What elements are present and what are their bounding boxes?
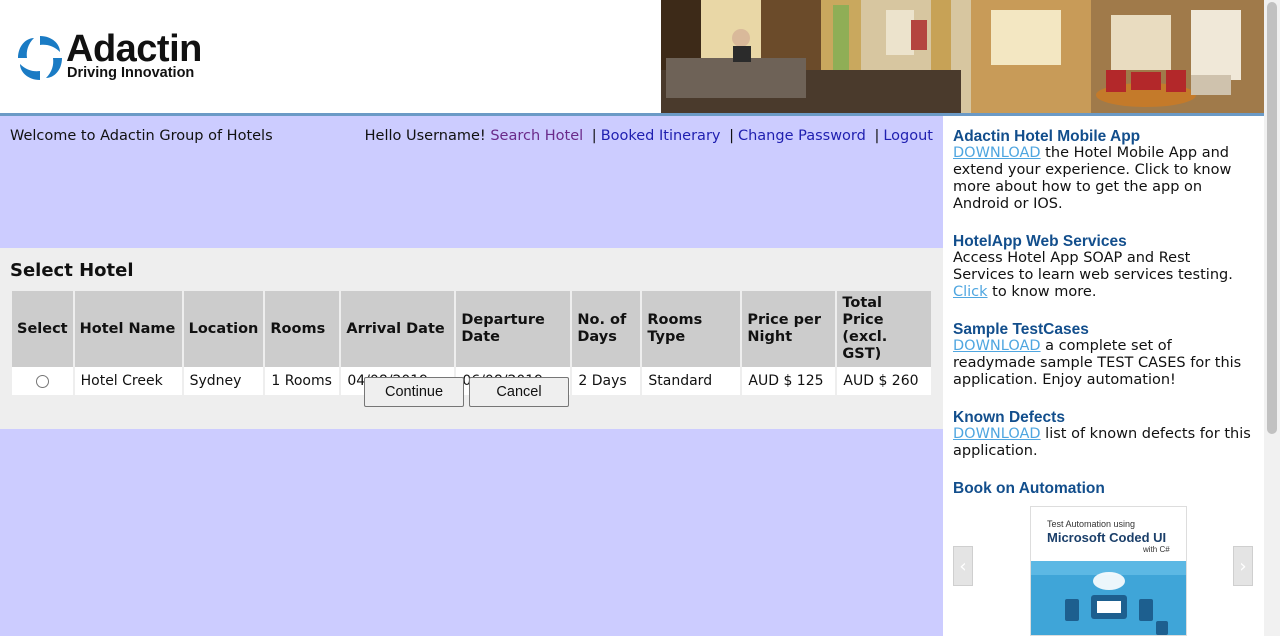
column-header-arrival-date: Arrival Date [341, 291, 455, 367]
test-cases-section: Sample TestCases DOWNLOAD a complete set… [953, 321, 1253, 389]
carousel-prev-button[interactable]: ‹ [953, 546, 973, 586]
page-title: Select Hotel [10, 260, 134, 281]
no-of-days-cell: 2 Days [572, 367, 641, 395]
right-sidebar: Adactin Hotel Mobile App DOWNLOAD the Ho… [943, 116, 1264, 636]
total-price-cell: AUD $ 260 [837, 367, 931, 395]
cancel-button[interactable]: Cancel [469, 377, 569, 407]
logo-swirl-icon [18, 36, 62, 80]
column-header-departure-date: Departure Date [456, 291, 571, 367]
chevron-right-icon: › [1239, 555, 1247, 577]
column-header-rooms-type: Rooms Type [642, 291, 741, 367]
brand-tagline: Driving Innovation [67, 65, 195, 81]
header: Adactin Driving Innovation [0, 0, 1264, 116]
hotel-lobby-banner-image [661, 0, 1264, 113]
column-header-rooms: Rooms [265, 291, 340, 367]
book-cover-subtitle: Test Automation using [1047, 519, 1136, 529]
hotel-name-cell: Hotel Creek [74, 367, 182, 395]
top-navigation: Hello Username! Search Hotel | Booked Iti… [365, 128, 933, 144]
book-cover-title: Microsoft Coded UI [1047, 530, 1167, 545]
select-hotel-panel: Select Hotel Select Hotel Name Location … [0, 248, 943, 429]
continue-button[interactable]: Continue [364, 377, 464, 407]
book-cover-language: with C# [1143, 545, 1170, 554]
select-cell [12, 367, 73, 395]
nav-separator: | [591, 128, 597, 144]
rooms-cell: 1 Rooms [265, 367, 340, 395]
location-cell: Sydney [183, 367, 264, 395]
price-per-night-cell: AUD $ 125 [742, 367, 836, 395]
select-hotel-radio[interactable] [35, 374, 49, 388]
book-section: Book on Automation [953, 480, 1253, 497]
web-services-click-link[interactable]: Click [953, 284, 988, 300]
book-title: Book on Automation [953, 480, 1105, 497]
column-header-location: Location [183, 291, 264, 367]
rooms-type-cell: Standard [642, 367, 741, 395]
mobile-app-download-link[interactable]: DOWNLOAD [953, 145, 1041, 161]
main-content: Welcome to Adactin Group of Hotels Hello… [0, 116, 943, 636]
column-header-hotel-name: Hotel Name [74, 291, 182, 367]
change-password-link[interactable]: Change Password [738, 128, 866, 144]
test-cases-title: Sample TestCases [953, 321, 1089, 338]
welcome-text: Welcome to Adactin Group of Hotels [10, 128, 273, 144]
page: Adactin Driving Innovation Welcome to Ad… [0, 0, 1280, 636]
booked-itinerary-link[interactable]: Booked Itinerary [601, 128, 721, 144]
column-header-total-price: Total Price (excl. GST) [837, 291, 931, 367]
table-header-row: Select Hotel Name Location Rooms Arrival… [12, 291, 931, 367]
column-header-no-of-days: No. of Days [572, 291, 641, 367]
carousel-next-button[interactable]: › [1233, 546, 1253, 586]
nav-separator: | [874, 128, 880, 144]
web-services-title: HotelApp Web Services [953, 233, 1127, 250]
user-greeting: Hello Username! [364, 128, 486, 144]
web-services-text-after: to know more. [987, 284, 1097, 300]
book-cover-image[interactable]: Test Automation using Microsoft Coded UI… [1030, 506, 1187, 636]
known-defects-section: Known Defects DOWNLOAD list of known def… [953, 409, 1253, 460]
known-defects-title: Known Defects [953, 409, 1065, 426]
chevron-left-icon: ‹ [959, 555, 967, 577]
known-defects-download-link[interactable]: DOWNLOAD [953, 426, 1041, 442]
nav-separator: | [729, 128, 734, 144]
scrollbar-thumb[interactable] [1267, 2, 1277, 434]
column-header-price-per-night: Price per Night [742, 291, 836, 367]
book-cover-art [1031, 561, 1186, 635]
search-hotel-link[interactable]: Search Hotel [490, 128, 583, 144]
test-cases-download-link[interactable]: DOWNLOAD [953, 338, 1041, 354]
mobile-app-section: Adactin Hotel Mobile App DOWNLOAD the Ho… [953, 128, 1253, 213]
mobile-app-title: Adactin Hotel Mobile App [953, 128, 1141, 145]
logout-link[interactable]: Logout [883, 128, 933, 144]
vertical-scrollbar[interactable] [1264, 0, 1280, 636]
web-services-text: Access Hotel App SOAP and Rest Services … [953, 250, 1233, 283]
adactin-logo[interactable]: Adactin Driving Innovation [14, 28, 229, 86]
web-services-section: HotelApp Web Services Access Hotel App S… [953, 233, 1253, 301]
column-header-select: Select [12, 291, 73, 367]
